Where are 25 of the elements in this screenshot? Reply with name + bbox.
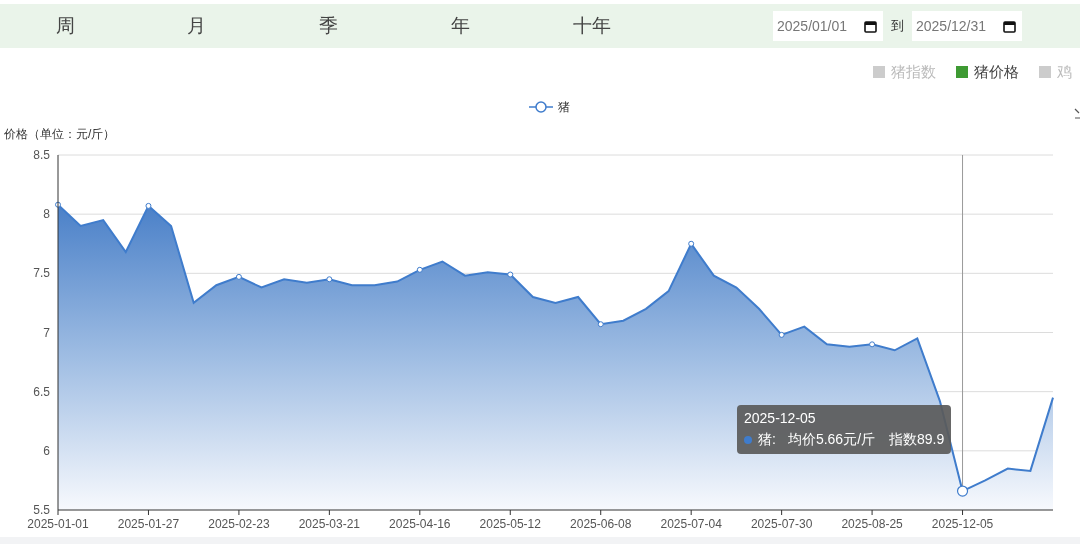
x-axis-label: 2025-01-27	[117, 517, 180, 531]
y-axis-label: 8	[43, 207, 50, 222]
y-axis-label: 6.5	[33, 384, 50, 399]
x-axis-label: 2025-05-12	[479, 517, 541, 531]
y-axis-label: 7.5	[33, 266, 50, 281]
tooltip-series: 猪:	[758, 431, 776, 449]
tooltip-index: 指数89.9	[889, 431, 945, 449]
x-axis-label: 2025-04-16	[389, 517, 451, 531]
y-axis-label: 5.5	[33, 503, 50, 517]
y-axis-label: 7	[43, 325, 50, 340]
x-axis-label: 2025-06-08	[570, 517, 632, 531]
tooltip-date: 2025-12-05	[744, 410, 817, 426]
y-axis-label: 8.5	[33, 148, 50, 162]
legend-label: 猪	[558, 100, 570, 114]
x-axis-label: 2025-07-04	[660, 517, 722, 531]
x-axis-label: 2025-08-25	[841, 517, 903, 531]
y-axis-label: 6	[43, 443, 50, 458]
tooltip-price: 均价5.66元/斤	[787, 431, 876, 449]
x-axis-label: 2025-12-05	[931, 517, 994, 531]
x-axis-label: 2025-03-21	[298, 517, 361, 531]
x-axis-label: 2025-02-23	[208, 517, 270, 531]
x-axis-label: 2025-07-30	[750, 517, 813, 531]
y-axis-title: 价格（单位：元/斤）	[4, 127, 116, 141]
x-axis-label: 2025-01-01	[27, 517, 89, 531]
date-separator: 到	[891, 17, 904, 36]
